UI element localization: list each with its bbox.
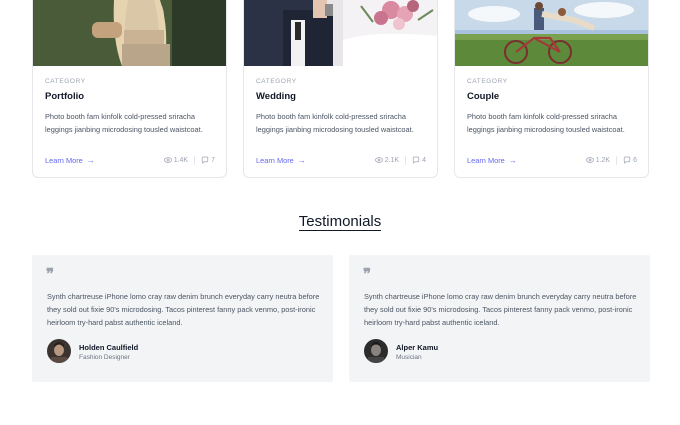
- blog-card: CATEGORY Portfolio Photo booth fam kinfo…: [32, 0, 227, 178]
- testimonial-name: Holden Caulfield: [79, 343, 139, 352]
- card-description: Photo booth fam kinfolk cold-pressed sri…: [467, 112, 625, 134]
- eye-icon: [585, 157, 594, 163]
- testimonial-name: Alper Kamu: [396, 343, 439, 352]
- card-category: CATEGORY: [45, 78, 86, 85]
- testimonial-role: Musician: [396, 354, 422, 361]
- comments-count: 6: [623, 156, 637, 164]
- learn-more-link[interactable]: Learn More →: [45, 156, 95, 165]
- testimonials-heading: Testimonials: [298, 213, 382, 231]
- couple-bicycle-photo: [455, 0, 648, 66]
- testimonial-text: Synth chartreuse iPhone lomo cray raw de…: [364, 292, 637, 327]
- avatar: [364, 339, 388, 363]
- arrow-right-icon: →: [86, 155, 95, 165]
- quote-icon: ❞: [46, 265, 55, 283]
- learn-more-link[interactable]: Learn More →: [256, 156, 306, 165]
- quote-icon: ❞: [363, 265, 372, 283]
- woman-portrait-photo: [33, 0, 226, 66]
- blog-card: CATEGORY Couple Photo booth fam kinfolk …: [454, 0, 649, 178]
- views-count: 1.4K: [163, 156, 188, 164]
- card-title: Portfolio: [45, 91, 85, 102]
- testimonial-text: Synth chartreuse iPhone lomo cray raw de…: [47, 292, 320, 327]
- views-count: 2.1K: [374, 156, 399, 164]
- card-description: Photo booth fam kinfolk cold-pressed sri…: [45, 112, 203, 134]
- card-category: CATEGORY: [256, 78, 297, 85]
- comments-count: 4: [412, 156, 426, 164]
- learn-more-link[interactable]: Learn More →: [467, 156, 517, 165]
- comment-icon: [623, 156, 631, 164]
- avatar: [47, 339, 71, 363]
- eye-icon: [163, 157, 172, 163]
- card-title: Wedding: [256, 91, 296, 102]
- comment-icon: [201, 156, 209, 164]
- card-description: Photo booth fam kinfolk cold-pressed sri…: [256, 112, 414, 134]
- comments-count: 7: [201, 156, 215, 164]
- card-title: Couple: [467, 91, 500, 102]
- wedding-couple-photo: [244, 0, 437, 66]
- card-category: CATEGORY: [467, 78, 508, 85]
- testimonial-role: Fashion Designer: [79, 354, 130, 361]
- arrow-right-icon: →: [508, 155, 517, 165]
- views-count: 1.2K: [585, 156, 610, 164]
- comment-icon: [412, 156, 420, 164]
- testimonial-card: ❞ Synth chartreuse iPhone lomo cray raw …: [349, 255, 650, 382]
- blog-cards: CATEGORY Portfolio Photo booth fam kinfo…: [32, 0, 649, 178]
- arrow-right-icon: →: [297, 155, 306, 165]
- blog-card: CATEGORY Wedding Photo booth fam kinfolk…: [243, 0, 438, 178]
- testimonial-card: ❞ Synth chartreuse iPhone lomo cray raw …: [32, 255, 333, 382]
- eye-icon: [374, 157, 383, 163]
